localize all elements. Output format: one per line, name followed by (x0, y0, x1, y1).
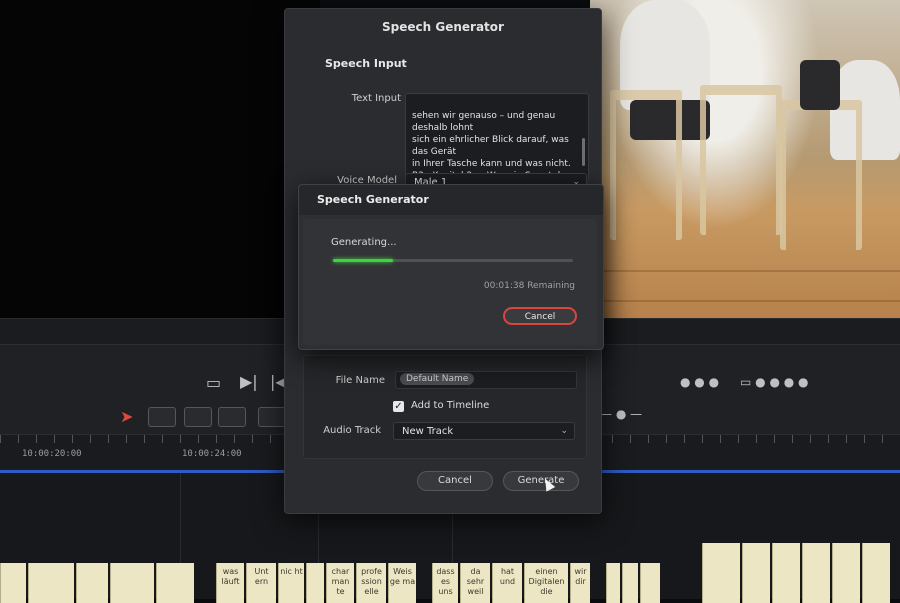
program-viewer (590, 0, 900, 350)
audio-track-select[interactable]: New Track ⌄ (393, 422, 575, 440)
chair-shape (700, 85, 782, 235)
pointer-tool-icon[interactable]: ➤ (120, 407, 133, 426)
audio-clip[interactable]: profe ssion elle (356, 563, 386, 603)
skip-icon[interactable]: ▶| (240, 372, 258, 391)
audio-clip[interactable] (640, 563, 660, 603)
audio-clip[interactable]: hat und (492, 563, 522, 603)
scrollbar-thumb[interactable] (582, 138, 585, 166)
text-input-area[interactable]: sehen wir genauso – und genau deshalb lo… (405, 93, 589, 181)
progress-bar-fill (333, 259, 393, 262)
playback-controls-icon[interactable]: ● ● ● (680, 375, 719, 389)
progress-bar (333, 259, 573, 262)
audio-track-label: Audio Track (323, 425, 381, 436)
view-options-icon[interactable]: ▭ ● ● ● ● (740, 375, 808, 389)
add-to-timeline-checkbox[interactable]: ✓ (393, 401, 404, 412)
floor-plank (590, 300, 900, 302)
audio-clip[interactable] (76, 563, 108, 603)
trim-tool-icon[interactable] (148, 407, 176, 427)
audio-clip[interactable]: Weis ge ma (388, 563, 416, 603)
audio-clip[interactable] (622, 563, 638, 603)
audio-clip[interactable]: Unt ern (246, 563, 276, 603)
audio-clip[interactable]: char man te (326, 563, 354, 603)
cancel-generation-button[interactable]: Cancel (503, 307, 577, 325)
audio-clip[interactable] (772, 543, 800, 603)
dropdown-chevron-icon: ⌄ (560, 426, 568, 436)
zoom-slider-icon[interactable]: — ● — (600, 407, 642, 421)
file-name-placeholder: Default Name (400, 373, 475, 385)
time-remaining: 00:01:38 Remaining (483, 281, 575, 291)
audio-clip[interactable] (28, 563, 74, 603)
audio-clip[interactable] (606, 563, 620, 603)
audio-clip[interactable] (802, 543, 830, 603)
audio-clip[interactable]: da sehr weil (460, 563, 490, 603)
audio-track-value: New Track (402, 426, 454, 437)
audio-clip[interactable]: was läuft (216, 563, 244, 603)
audio-clip[interactable] (862, 543, 890, 603)
loop-icon[interactable]: ▭ (206, 373, 221, 392)
audio-clip[interactable] (306, 563, 324, 603)
blade-tool-icon[interactable] (218, 407, 246, 427)
audio-clip[interactable]: dass es uns (432, 563, 458, 603)
cancel-button[interactable]: Cancel (417, 471, 493, 491)
floor-plank (590, 270, 900, 272)
audio-clip[interactable] (0, 563, 26, 603)
source-viewer (0, 0, 320, 318)
link-tool-icon[interactable] (258, 407, 286, 427)
dynamic-trim-icon[interactable] (184, 407, 212, 427)
audio-clip[interactable]: wir dir (570, 563, 590, 603)
audio-clip[interactable] (702, 543, 740, 603)
add-to-timeline-label: Add to Timeline (411, 400, 490, 411)
dialog-title: Speech Generator (382, 20, 504, 34)
audio-clip[interactable] (110, 563, 154, 603)
audio-clip[interactable] (832, 543, 860, 603)
progress-dialog-title: Speech Generator (299, 185, 603, 215)
timecode-label: 10:00:24:00 (182, 449, 242, 459)
generating-status: Generating... (331, 237, 397, 248)
audio-clip[interactable]: einen Digitalen die (524, 563, 568, 603)
chair-shape (610, 90, 682, 240)
audio-clip[interactable] (156, 563, 194, 603)
audio-clip[interactable] (742, 543, 770, 603)
shadow-shape (800, 60, 840, 110)
progress-body: Generating... 00:01:38 Remaining Cancel (303, 219, 597, 345)
text-input-value: sehen wir genauso – und genau deshalb lo… (412, 111, 580, 180)
audio-clip[interactable]: nic ht (278, 563, 304, 603)
timecode-label: 10:00:20:00 (22, 449, 82, 459)
generation-progress-dialog: Speech Generator Generating... 00:01:38 … (298, 184, 604, 350)
text-input-label: Text Input (351, 93, 401, 104)
checkmark-icon: ✓ (394, 401, 403, 412)
file-name-label: File Name (335, 375, 385, 386)
section-heading: Speech Input (325, 57, 407, 70)
file-name-input[interactable]: Default Name (395, 371, 577, 389)
chair-shape (780, 100, 862, 250)
